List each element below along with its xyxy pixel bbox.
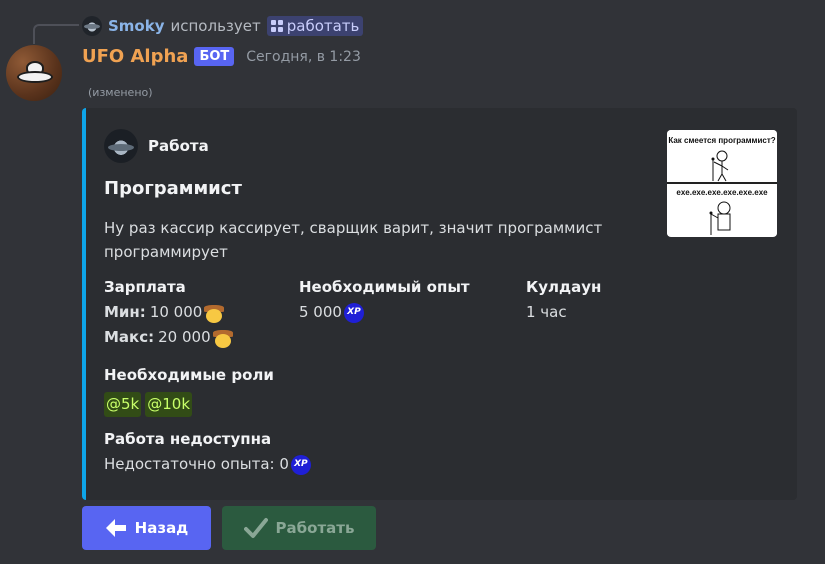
salary-min-value: 10 000 xyxy=(149,303,203,321)
meme-figure-icon xyxy=(711,150,729,182)
back-button-label: Назад xyxy=(134,519,189,537)
role-mention[interactable]: @10k xyxy=(145,392,193,417)
reply-user-avatar[interactable] xyxy=(82,16,102,36)
xp-icon: XP xyxy=(290,454,311,475)
field-salary: Зарплата Мин: 10 000 Макс: 20 000 xyxy=(104,275,233,350)
embed-description: Ну раз кассир кассирует, сварщик варит, … xyxy=(104,219,603,261)
xp-icon: XP xyxy=(343,302,364,323)
embed-thumbnail[interactable]: Как смеется программист? exe.exe.exe.exe… xyxy=(667,130,777,237)
field-cooldown: Кулдаун 1 час xyxy=(526,275,601,325)
field-unavailable-row: Недостаточно опыта: 0 XP xyxy=(104,452,311,477)
reply-connector xyxy=(33,24,79,44)
field-roles-name: Необходимые роли xyxy=(104,366,274,384)
roles-list: @5k @10k xyxy=(104,392,274,417)
field-required-roles: Необходимые роли @5k @10k xyxy=(104,363,274,417)
embed-author-name: Работа xyxy=(148,137,209,155)
embed-author-icon xyxy=(104,129,138,163)
command-mention[interactable]: работать xyxy=(266,16,364,36)
salary-min-label: Мин: xyxy=(104,303,146,321)
edited-label: (изменено) xyxy=(88,86,153,99)
ufo-icon-body xyxy=(17,71,53,83)
message-header: UFO Alpha БОТ Сегодня, в 1:23 xyxy=(82,46,361,67)
field-cooldown-name: Кулдаун xyxy=(526,278,602,296)
field-cooldown-value: 1 час xyxy=(526,303,567,321)
message-timestamp: Сегодня, в 1:23 xyxy=(246,48,361,65)
field-xp-name: Необходимый опыт xyxy=(299,278,470,296)
command-name: работать xyxy=(286,17,360,35)
field-salary-name: Зарплата xyxy=(104,278,186,296)
salary-max-value: 20 000 xyxy=(158,328,211,346)
field-unavailable: Работа недоступна Недостаточно опыта: 0 … xyxy=(104,427,311,477)
back-button[interactable]: Назад xyxy=(82,506,211,550)
checkmark-icon xyxy=(243,518,268,538)
embed-author: Работа xyxy=(104,129,209,163)
field-unavailable-value: Недостаточно опыта: 0 xyxy=(104,455,289,473)
bot-badge: БОТ xyxy=(194,47,235,66)
command-icon xyxy=(270,20,283,32)
reply-context[interactable]: Smoky использует работать xyxy=(82,14,364,38)
salary-max-label: Макс: xyxy=(104,328,155,346)
reply-username[interactable]: Smoky xyxy=(108,17,165,35)
embed-card: Работа Программист Ну раз кассир кассиру… xyxy=(82,108,797,500)
field-required-xp: Необходимый опыт 5 000 XP xyxy=(299,275,470,325)
embed-title: Программист xyxy=(104,178,242,199)
field-xp-value-row: 5 000 XP xyxy=(299,300,470,325)
bot-avatar[interactable] xyxy=(6,45,62,101)
cowboy-emoji-icon xyxy=(212,328,233,348)
salary-max: Макс: 20 000 xyxy=(104,325,233,350)
field-unavailable-name: Работа недоступна xyxy=(104,430,272,448)
cowboy-emoji-icon xyxy=(204,303,225,323)
work-button[interactable]: Работать xyxy=(222,506,376,550)
role-mention[interactable]: @5k xyxy=(104,392,142,417)
salary-min: Мин: 10 000 xyxy=(104,300,233,325)
author-name[interactable]: UFO Alpha xyxy=(82,46,188,67)
meme-panel-bottom: exe.exe.exe.exe.exe.exe xyxy=(667,184,777,236)
reply-action-text: использует xyxy=(170,17,261,35)
work-button-label: Работать xyxy=(275,519,355,537)
arrow-left-icon xyxy=(105,519,126,537)
meme-figure-laughing-icon xyxy=(709,201,731,235)
field-xp-value: 5 000 xyxy=(299,303,342,321)
meme-panel-top: Как смеется программист? xyxy=(667,130,777,182)
